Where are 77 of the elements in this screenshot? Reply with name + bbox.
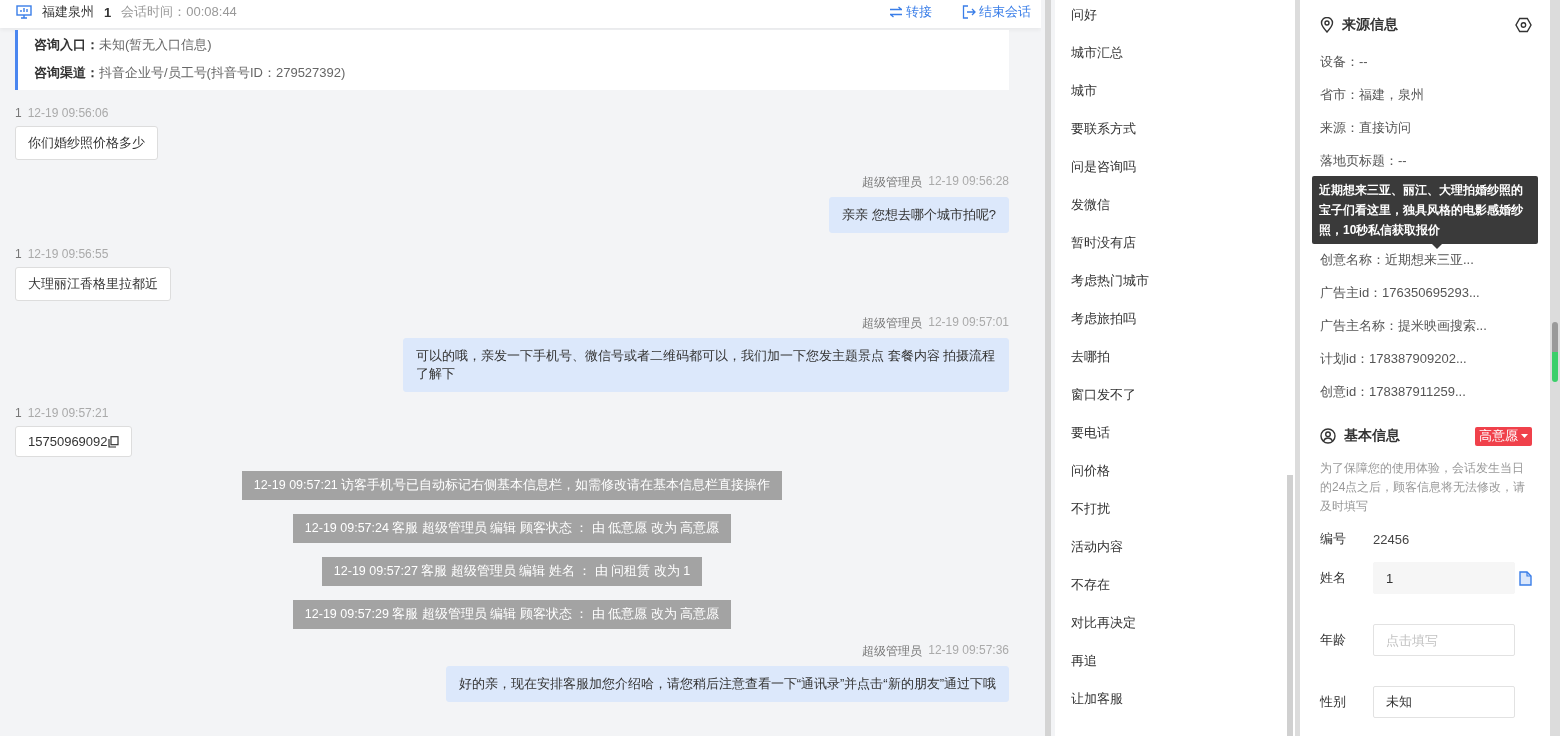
quick-reply-item[interactable]: 去哪拍	[1071, 348, 1287, 386]
field-label: 编号	[1320, 530, 1347, 548]
consult-info-line: 咨询入口：未知(暂无入口信息)	[34, 36, 213, 54]
copy-icon[interactable]	[107, 435, 119, 448]
location-label: 福建泉州	[42, 3, 94, 21]
message-time: 12-19 09:57:21	[27, 406, 109, 420]
quick-reply-item[interactable]: 再追	[1071, 652, 1287, 690]
name-field[interactable]: 1	[1373, 562, 1515, 594]
location-pin-icon	[1320, 17, 1334, 33]
source-info-row-text: 创意名称：近期想来三亚...	[1320, 251, 1475, 269]
field-label: 性别	[1320, 693, 1347, 711]
quick-reply-item[interactable]: 问价格	[1071, 462, 1287, 500]
message-bubble: 15750969092	[15, 426, 132, 457]
caret-icon	[1521, 434, 1528, 438]
quick-reply-item[interactable]: 要联系方式	[1071, 120, 1287, 158]
transfer-button[interactable]: 转接	[869, 3, 932, 21]
consult-info-line: 咨询渠道：抖音企业号/员工号(抖音号ID：279527392)	[34, 64, 347, 82]
quick-reply-item[interactable]: 问是咨询吗	[1071, 158, 1287, 196]
sender-name: 1	[15, 247, 22, 261]
notice-text: 为了保障您的使用体验，会话发生当日的24点之后，顾客信息将无法修改，请及时填写	[1320, 460, 1527, 515]
message-bubble: 可以的哦，亲发一下手机号、微信号或者二维码都可以，我们加一下您发主题景点 套餐内容 拍摄流程了解下	[403, 338, 1009, 392]
sender-name: 超级管理员	[862, 643, 923, 660]
message-time: 12-19 09:56:28	[928, 174, 1009, 190]
quick-reply-item[interactable]: 不存在	[1071, 576, 1287, 614]
source-info-row-text: 来源：直接访问	[1320, 119, 1412, 137]
quick-reply-item[interactable]: 活动内容	[1071, 538, 1287, 576]
message-time: 12-19 09:56:55	[27, 247, 109, 261]
sender-name: 超级管理员	[862, 174, 923, 191]
intent-dropdown[interactable]: 高意愿	[1475, 426, 1532, 446]
sender-name: 1	[15, 106, 22, 120]
quick-reply-item[interactable]: 让加客服	[1071, 690, 1287, 728]
quick-reply-item[interactable]: 对比再决定	[1071, 614, 1287, 652]
message-bubble: 你们婚纱照价格多少	[15, 126, 158, 160]
quick-reply-item[interactable]: 要电话	[1071, 424, 1287, 462]
quick-reply-item[interactable]: 问好	[1071, 6, 1287, 44]
source-info-row-text: 计划id：178387909202...	[1320, 350, 1468, 368]
exit-icon	[962, 5, 976, 19]
field-label: 年龄	[1320, 631, 1347, 649]
quick-reply-item[interactable]: 城市	[1071, 82, 1287, 120]
sender-name: 超级管理员	[862, 315, 923, 332]
quick-reply-item[interactable]: 考虑旅拍吗	[1071, 310, 1287, 348]
input-field[interactable]: 未知	[1373, 686, 1515, 718]
source-info-row-text: 省市：福建，泉州	[1320, 86, 1425, 104]
system-notice: 12-19 09:57:27 客服 超级管理员 编辑 姓名 ： 由 问租赁 改为 1	[321, 557, 703, 586]
quick-reply-item[interactable]: 城市汇总	[1071, 44, 1287, 82]
message-bubble: 亲亲 您想去哪个城市拍呢?	[829, 197, 1009, 233]
quick-reply-item[interactable]: 暂时没有店	[1071, 234, 1287, 272]
section-title: 基本信息	[1344, 427, 1400, 445]
end-session-button[interactable]: 结束会话	[942, 3, 1031, 21]
system-notice: 12-19 09:57:21 访客手机号已自动标记右侧基本信息栏，如需修改请在基本信息栏直接操作	[241, 471, 783, 500]
field-value: 22456	[1373, 531, 1410, 547]
visitor-name: 1	[104, 4, 112, 20]
message-bubble: 好的亲，现在安排客服加您介绍哈，请您稍后注意查看一下“通讯录”并点击“新的朋友”通过下哦	[445, 666, 1009, 702]
monitor-icon	[16, 5, 32, 19]
sender-name: 1	[15, 406, 22, 420]
source-info-row-text: 广告主名称：提米映画搜索...	[1320, 317, 1488, 335]
message-time: 12-19 09:57:36	[928, 643, 1009, 659]
swap-icon	[889, 6, 903, 18]
system-notice: 12-19 09:57:24 客服 超级管理员 编辑 顾客状态 ： 由 低意愿 改为 高意愿	[292, 514, 732, 543]
session-time: 会话时间：00:08:44	[121, 3, 237, 21]
tooltip-arrow	[1432, 244, 1442, 249]
quick-reply-item[interactable]: 不打扰	[1071, 500, 1287, 538]
user-icon	[1320, 428, 1336, 444]
message-time: 12-19 09:56:06	[27, 106, 109, 120]
quick-reply-item[interactable]: 窗口发不了	[1071, 386, 1287, 424]
section-title: 来源信息	[1342, 16, 1398, 34]
source-info-row-text: 设备：--	[1320, 53, 1369, 71]
source-info-row-text: 广告主id：176350695293...	[1320, 284, 1481, 302]
message-time: 12-19 09:57:01	[928, 315, 1009, 331]
field-label: 姓名	[1320, 569, 1347, 587]
system-notice: 12-19 09:57:29 客服 超级管理员 编辑 顾客状态 ： 由 低意愿 改为 高意愿	[292, 600, 732, 629]
message-bubble: 大理丽江香格里拉都近	[15, 267, 171, 301]
quick-reply-item[interactable]: 发微信	[1071, 196, 1287, 234]
source-info-row-text: 落地页标题：--	[1320, 152, 1408, 170]
source-info-row-text: 创意id：178387911259...	[1320, 383, 1467, 401]
settings-icon[interactable]	[1515, 17, 1532, 33]
quick-reply-item[interactable]: 考虑热门城市	[1071, 272, 1287, 310]
